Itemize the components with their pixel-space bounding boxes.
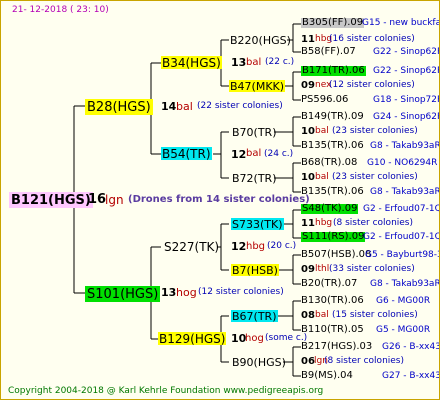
gen3-sister-note: (12 sister colonies) (329, 80, 415, 90)
gen4-ancestor-name[interactable]: B135(TR).06 (301, 187, 364, 197)
gen4-ancestor-name[interactable]: B507(HSB).08 (301, 250, 371, 260)
gen3-queen-name[interactable]: S733(TK) (231, 218, 284, 230)
gen1-drone-count: 13 (161, 286, 177, 299)
gen3-drone-count: 09 (301, 80, 315, 91)
gen2-sister-note: (22 c.) (265, 57, 295, 67)
gen4-group-code: G2 - Erfoud07-1Q (363, 204, 440, 214)
gen4-group-code: G8 - Takab93aR (370, 279, 440, 289)
gen4-group-code: G22 - Sinop62R (373, 66, 440, 76)
gen4-group-code: G2 - Erfoud07-1Q (363, 232, 440, 242)
gen3-sister-note: (33 sister colonies) (329, 264, 415, 274)
gen3-drone-label: bal (315, 310, 329, 320)
gen3-drone-count: 11 (301, 218, 315, 229)
gen4-group-code: G24 - Sinop62R (373, 112, 440, 122)
gen1-queen-name[interactable]: S101(HGS) (85, 286, 161, 302)
gen3-queen-name[interactable]: B47(MKK) (229, 80, 286, 92)
gen4-ancestor-name[interactable]: B135(TR).06 (301, 141, 364, 151)
gen4-ancestor-name[interactable]: B9(MS).04 (301, 371, 353, 381)
gen3-b67-branch-line (276, 300, 301, 331)
gen4-ancestor-name[interactable]: B20(TR).07 (301, 279, 357, 289)
gen4-ancestor-name[interactable]: B68(TR).08 (301, 158, 357, 168)
gen4-ancestor-name[interactable]: B217(HGS).03 (301, 342, 372, 352)
gen4-ancestor-name[interactable]: B305(FF).09 (301, 18, 365, 28)
gen2-queen-name[interactable]: B54(TR) (161, 147, 212, 160)
gen2-drone-label: hog (245, 333, 264, 344)
report-date: 21- 12-2018 ( 23: 10) (12, 5, 109, 15)
gen2-drone-label: bal (246, 57, 262, 68)
gen4-ancestor-name[interactable]: B110(TR).05 (301, 325, 364, 335)
gen2-b54-branch-line (213, 131, 229, 179)
gen3-queen-name[interactable]: B7(HSB) (231, 264, 279, 276)
gen4-group-code: G10 - NO6294R (367, 158, 438, 168)
gen4-group-code: G6 - MG00R (376, 296, 431, 306)
gen3-drone-count: 10 (301, 172, 315, 183)
gen3-queen-name[interactable]: B90(HGS) (231, 356, 287, 368)
gen4-group-code: G22 - Sinop62R (373, 47, 440, 57)
gen2-drone-count: 12 (231, 240, 247, 253)
gen4-ancestor-name[interactable]: S48(TK).09 (301, 204, 359, 214)
gen1-sister-note: (22 sister colonies) (197, 101, 283, 111)
gen3-sister-note: (8 sister colonies) (324, 356, 405, 366)
gen4-group-code: G5 - Bayburt98-3 (365, 250, 440, 260)
gen3-b72-branch-line (274, 162, 301, 193)
gen4-group-code: G18 - Sinop72R (373, 95, 440, 105)
gen4-group-code: G8 - Takab93aR (370, 187, 440, 197)
pedigree-frame: 21- 12-2018 ( 23: 10) B121(HGS) 16 lgn (… (0, 0, 440, 400)
gen1-queen-name[interactable]: B28(HGS) (85, 99, 153, 115)
gen4-group-code: G27 - B-xx43 (382, 371, 440, 381)
gen1-drone-count: 14 (161, 100, 177, 113)
gen4-ancestor-name[interactable]: PS596.06 (301, 95, 348, 105)
gen4-group-code: G26 - B-xx43 (382, 342, 440, 352)
gen3-sister-note: (23 sister colonies) (332, 126, 418, 136)
gen3-queen-name[interactable]: B220(HGS) (229, 34, 292, 46)
gen3-s733-branch-line (281, 209, 301, 239)
gen4-ancestor-name[interactable]: B58(FF).07 (301, 47, 356, 57)
gen4-ancestor-name[interactable]: B171(TR).06 (301, 66, 366, 76)
gen2-drone-label: hbg (246, 241, 266, 252)
gen3-sister-note: (23 sister colonies) (332, 172, 418, 182)
gen3-b70-branch-line (274, 116, 301, 147)
gen2-drone-count: 12 (231, 148, 247, 161)
gen2-queen-name[interactable]: B34(HGS) (161, 56, 222, 69)
gen3-drone-count: 08 (301, 310, 315, 321)
gen3-drone-label: bal (315, 172, 329, 182)
gen4-ancestor-name[interactable]: S111(RS).09 (301, 232, 366, 242)
gen3-queen-name[interactable]: B72(TR) (231, 172, 278, 184)
gen2-queen-name[interactable]: B129(HGS) (158, 332, 227, 345)
copyright-footer: Copyright 2004-2018 @ Karl Kehrle Founda… (8, 386, 324, 396)
gen4-group-code: G5 - MG00R (376, 325, 431, 335)
gen3-sister-note: (15 sister colonies) (332, 310, 418, 320)
gen3-drone-label: bal (315, 126, 329, 136)
gen4-ancestor-name[interactable]: B130(TR).06 (301, 296, 364, 306)
gen2-drone-count: 13 (231, 56, 247, 69)
gen3-drone-count: 06 (301, 356, 315, 367)
gen4-group-code: G8 - Takab93aR (370, 141, 440, 151)
root-sister-note: (Drones from 14 sister colonies) (128, 194, 310, 205)
gen3-b7-branch-line (276, 254, 301, 285)
gen3-drone-count: 10 (301, 126, 315, 137)
gen3-drone-label: hbg (315, 218, 333, 228)
gen3-drone-count: 11 (301, 34, 315, 45)
gen3-b47-branch-line (283, 71, 301, 101)
root-drone-label: lgn (105, 193, 124, 207)
root-drone-count: 16 (88, 192, 107, 207)
gen3-sister-note: (16 sister colonies) (329, 34, 415, 44)
gen2-sister-note: (24 c.) (264, 149, 294, 159)
gen3-queen-name[interactable]: B67(TR) (231, 310, 278, 322)
gen1-drone-label: hog (176, 286, 197, 299)
gen2-queen-name[interactable]: S227(TK) (163, 240, 220, 253)
gen2-sister-note: (20 c.) (267, 241, 297, 251)
gen3-sister-note: (8 sister colonies) (333, 218, 414, 228)
gen1-sister-note: (12 sister colonies) (198, 287, 284, 297)
gen2-drone-label: bal (246, 148, 262, 159)
gen4-group-code: G15 - new buckfas (362, 18, 440, 28)
gen1-drone-label: bal (176, 100, 193, 113)
gen3-drone-label: lthl (315, 264, 330, 274)
gen3-queen-name[interactable]: B70(TR) (231, 126, 278, 138)
gen3-drone-count: 09 (301, 264, 315, 275)
gen4-ancestor-name[interactable]: B149(TR).09 (301, 112, 364, 122)
root-queen-name[interactable]: B121(HGS) (9, 192, 93, 208)
